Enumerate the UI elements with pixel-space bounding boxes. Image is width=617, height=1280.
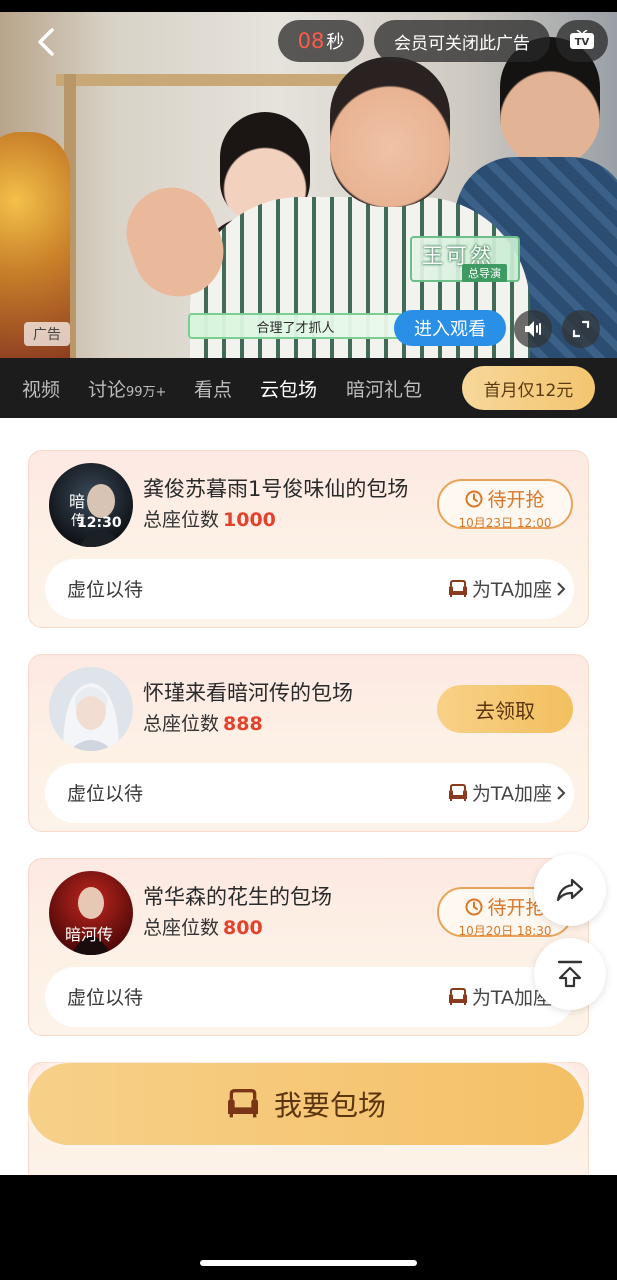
tab-discussion[interactable]: 讨论99万+: [88, 375, 166, 402]
svg-text:暗: 暗: [69, 492, 85, 511]
host-screening-label: 我要包场: [273, 1089, 386, 1122]
nameplate-role: 总导演: [462, 264, 507, 282]
mute-icon: [525, 321, 541, 337]
pending-grab-label: 待开抢: [487, 489, 545, 511]
svg-text:TV: TV: [575, 37, 590, 48]
claim-button[interactable]: 去领取: [437, 685, 573, 733]
host-screening-button[interactable]: 我要包场: [28, 1063, 584, 1145]
scroll-top-icon: [557, 960, 583, 988]
tab-discussion-label: 讨论: [88, 379, 127, 401]
card-title: 龚俊苏暮雨1号俊味仙的包场: [143, 477, 409, 501]
chevron-right-icon: [557, 785, 566, 800]
vacant-seat-text: 虚位以待: [67, 987, 144, 1009]
home-indicator[interactable]: [200, 1260, 417, 1266]
sofa-icon: [448, 783, 467, 801]
ad-badge: 广告: [24, 322, 70, 346]
share-button[interactable]: [534, 854, 606, 926]
fullscreen-icon: [572, 320, 590, 338]
avatar-time: 12:30: [77, 515, 122, 531]
avatar: 暗河传: [49, 871, 133, 955]
avatar-title: 暗河传: [65, 925, 114, 944]
sofa-icon: [227, 1089, 258, 1118]
ad-countdown-unit: 秒: [326, 32, 345, 53]
add-seat-link[interactable]: 为TA加座: [448, 779, 566, 806]
scroll-top-button[interactable]: [534, 938, 606, 1010]
enter-watch-button[interactable]: 进入观看: [394, 310, 506, 346]
tab-gift-pack[interactable]: 暗河礼包: [346, 375, 422, 402]
chevron-right-icon: [557, 581, 566, 596]
vip-offer-button[interactable]: 首月仅12元: [462, 366, 595, 410]
vacant-seat-text: 虚位以待: [67, 783, 144, 805]
screening-card[interactable]: 暗河传 常华森的花生的包场 总座位数 800 待开抢 10月20日 18:30 虚…: [28, 858, 589, 1036]
screening-card[interactable]: 怀瑾来看暗河传的包场 总座位数 888 去领取 虚位以待 为TA加座: [28, 654, 589, 832]
screening-card[interactable]: 暗传 12:30 龚俊苏暮雨1号俊味仙的包场 总座位数 1000 待开抢 10月2…: [28, 450, 589, 628]
seat-count: 总座位数 800: [143, 913, 263, 940]
card-title: 怀瑾来看暗河传的包场: [143, 681, 353, 705]
screening-list[interactable]: 暗传 12:30 龚俊苏暮雨1号俊味仙的包场 总座位数 1000 待开抢 10月2…: [0, 418, 617, 1175]
tv-cast-button[interactable]: TV: [556, 20, 608, 62]
pending-grab-time: 10月20日 18:30: [458, 924, 552, 938]
seat-count-label: 总座位数: [143, 917, 220, 939]
pending-grab-button[interactable]: 待开抢 10月23日 12:00: [437, 479, 573, 530]
back-button[interactable]: [26, 22, 66, 62]
tab-video[interactable]: 视频: [22, 375, 60, 402]
back-icon: [38, 28, 54, 56]
seat-count-label: 总座位数: [143, 509, 220, 531]
tab-discussion-count: 99万+: [126, 385, 167, 400]
clock-icon: [465, 490, 483, 507]
tab-highlights[interactable]: 看点: [194, 375, 232, 402]
ad-countdown-number: 08: [297, 29, 325, 53]
vip-close-ad-button[interactable]: 会员可关闭此广告: [374, 20, 550, 62]
seat-count: 总座位数 888: [143, 709, 263, 736]
seat-count-value: 1000: [223, 509, 276, 531]
video-nameplate: 王可然 总导演: [410, 236, 520, 282]
tab-cloud-screening[interactable]: 云包场: [260, 375, 317, 402]
video-player[interactable]: 08 秒 会员可关闭此广告 TV 王可然 总导演 合理了才抓人 广告 进入观看: [0, 12, 617, 358]
seat-count: 总座位数 1000: [143, 505, 276, 532]
tab-bar: 视频 讨论99万+ 看点 云包场 暗河礼包 首月仅12元: [0, 358, 617, 418]
mute-button[interactable]: [514, 310, 552, 348]
video-subtitle: 合理了才抓人: [188, 313, 403, 339]
vacant-seat-text: 虚位以待: [67, 579, 144, 601]
status-bar: [0, 0, 617, 12]
pending-grab-time: 10月23日 12:00: [458, 516, 552, 530]
seat-count-label: 总座位数: [143, 713, 220, 735]
clock-icon: [465, 898, 483, 915]
add-seat-link[interactable]: 为TA加座: [448, 575, 566, 602]
card-title: 常华森的花生的包场: [143, 885, 332, 909]
sofa-icon: [448, 987, 467, 1005]
avatar: 暗传 12:30: [49, 463, 133, 547]
seat-count-value: 888: [223, 713, 263, 735]
fullscreen-button[interactable]: [562, 310, 600, 348]
add-seat-label: 为TA加座: [471, 579, 552, 601]
add-seat-label: 为TA加座: [471, 783, 552, 805]
sofa-icon: [448, 579, 467, 597]
seat-count-value: 800: [223, 917, 263, 939]
avatar: [49, 667, 133, 751]
tv-icon: TV: [570, 30, 594, 49]
ad-countdown: 08 秒: [278, 20, 364, 62]
share-icon: [556, 878, 584, 902]
